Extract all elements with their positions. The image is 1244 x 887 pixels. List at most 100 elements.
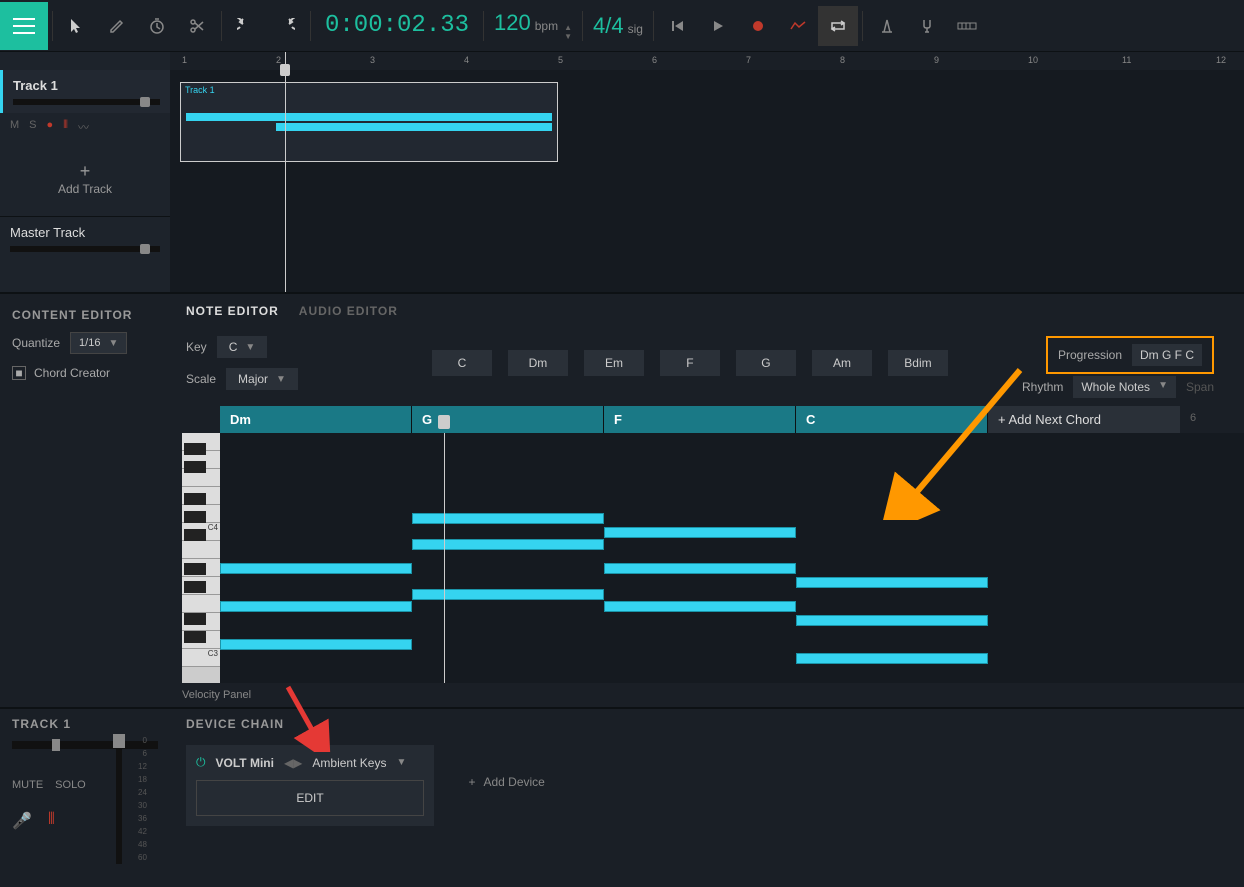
mic-icon[interactable]: 🎤 [12,811,32,831]
chord-button-em[interactable]: Em [584,350,644,376]
instrument-icon[interactable]: ⦀ [63,119,68,135]
playhead-handle[interactable] [280,64,290,76]
midi-icon[interactable] [947,6,987,46]
pencil-tool-icon[interactable] [97,6,137,46]
solo-button[interactable]: S [29,119,36,135]
note[interactable] [604,563,796,574]
automation-track-icon[interactable]: 〰 [78,119,89,135]
progression-box: Progression Dm G F C [1046,336,1214,374]
add-next-chord-button[interactable]: + Add Next Chord [988,406,1180,433]
content-editor-title: CONTENT EDITOR [12,304,158,332]
rhythm-value: Whole Notes [1081,380,1150,394]
note[interactable] [796,653,988,664]
chord-button-g[interactable]: G [736,350,796,376]
skip-start-icon[interactable] [658,6,698,46]
play-icon[interactable] [698,6,738,46]
menu-button[interactable] [0,2,48,50]
mute-button[interactable]: M [10,119,19,135]
add-device-button[interactable]: + Add Device [468,775,544,789]
edit-button[interactable]: EDIT [196,780,424,816]
record-arm-icon[interactable]: ● [47,119,54,135]
redo-icon[interactable] [266,6,306,46]
time-display[interactable]: 0:00:02.33 [315,12,479,39]
meter-label: 12 [138,760,147,773]
chord-cell-dm[interactable]: Dm [220,406,412,433]
bpm-value: 120 [494,10,531,36]
loop-icon[interactable] [818,6,858,46]
power-icon[interactable]: ⏻ [196,755,206,770]
progression-input[interactable]: Dm G F C [1132,344,1202,366]
pointer-tool-icon[interactable] [57,6,97,46]
record-icon[interactable] [738,6,778,46]
track-name-small: TRACK 1 [12,717,158,731]
playhead-handle[interactable] [438,415,450,429]
note[interactable] [220,639,412,650]
ruler-mark: 1 [182,55,187,65]
chord-button-am[interactable]: Am [812,350,872,376]
undo-icon[interactable] [226,6,266,46]
playhead[interactable] [285,52,286,292]
metronome-icon[interactable] [867,6,907,46]
key-select[interactable]: C▼ [217,336,268,358]
velocity-panel-label[interactable]: Velocity Panel [170,683,1244,707]
chord-button-bdim[interactable]: Bdim [888,350,948,376]
bpm-display[interactable]: 120 bpm ▲▼ [488,10,578,41]
content-editor-sidebar: CONTENT EDITOR Quantize 1/16 ▼ ■ Chord C… [0,294,170,707]
piano-roll-grid[interactable] [220,433,1244,683]
piano-roll: C4 C3 [170,433,1244,683]
ruler-mark: 11 [1122,55,1131,65]
quantize-label: Quantize [12,336,60,350]
scale-select[interactable]: Major▼ [226,368,298,390]
volume-fader[interactable] [116,734,122,864]
track-header[interactable]: Track 1 [0,70,170,113]
mute-solo-row: MUTE SOLO [12,779,158,791]
note[interactable] [604,527,796,538]
note[interactable] [220,563,412,574]
note[interactable] [796,615,988,626]
note[interactable] [412,589,604,600]
tab-audio-editor[interactable]: AUDIO EDITOR [299,304,398,318]
timeline-ruler[interactable]: 1 2 3 4 5 6 7 8 9 10 11 12 [170,52,1244,70]
chord-button-c[interactable]: C [432,350,492,376]
mute-button[interactable]: MUTE [12,779,43,791]
timer-tool-icon[interactable] [137,6,177,46]
note[interactable] [220,601,412,612]
automation-icon[interactable] [778,6,818,46]
solo-button[interactable]: SOLO [55,779,86,791]
chevron-down-icon: ▼ [245,342,255,353]
note[interactable] [412,539,604,550]
preset-name[interactable]: Ambient Keys [312,756,386,770]
piano-keys[interactable]: C4 C3 [182,433,220,683]
sig-value: 4/4 [593,13,624,39]
ruler-mark: 7 [746,55,751,65]
editor-tabs: NOTE EDITOR AUDIO EDITOR [170,294,1244,328]
note[interactable] [412,513,604,524]
chord-button-f[interactable]: F [660,350,720,376]
tuning-fork-icon[interactable] [907,6,947,46]
plus-icon: + [468,775,475,789]
scissors-tool-icon[interactable] [177,6,217,46]
chord-cell-c[interactable]: C [796,406,988,433]
timeline[interactable]: 1 2 3 4 5 6 7 8 9 10 11 12 Track 1 [170,52,1244,292]
midi-clip[interactable]: Track 1 [180,82,558,162]
note[interactable] [604,601,796,612]
instrument-icon[interactable]: ⦀ [48,811,55,831]
time-signature[interactable]: 4/4 sig [587,13,649,39]
track-panel: Track 1 M S ● ⦀ 〰 + Add Track Master Tra… [0,52,170,292]
chord-button-dm[interactable]: Dm [508,350,568,376]
ruler-mark: 6 [1180,406,1206,433]
master-track[interactable]: Master Track [0,216,170,260]
track-controls: M S ● ⦀ 〰 [0,113,170,141]
rhythm-select[interactable]: Whole Notes ▼ [1073,376,1176,398]
add-track-button[interactable]: + Add Track [0,141,170,216]
meter-label: 0 [138,734,147,747]
instrument-name[interactable]: VOLT Mini [216,756,274,770]
preset-nav-icon[interactable]: ◀▶ [284,756,302,770]
playhead[interactable] [444,433,445,683]
note[interactable] [796,577,988,588]
chevron-down-icon[interactable]: ▼ [396,757,406,768]
tab-note-editor[interactable]: NOTE EDITOR [186,304,279,318]
quantize-select[interactable]: 1/16 ▼ [70,332,127,354]
chord-creator-toggle[interactable]: ■ Chord Creator [12,366,158,380]
chord-cell-f[interactable]: F [604,406,796,433]
